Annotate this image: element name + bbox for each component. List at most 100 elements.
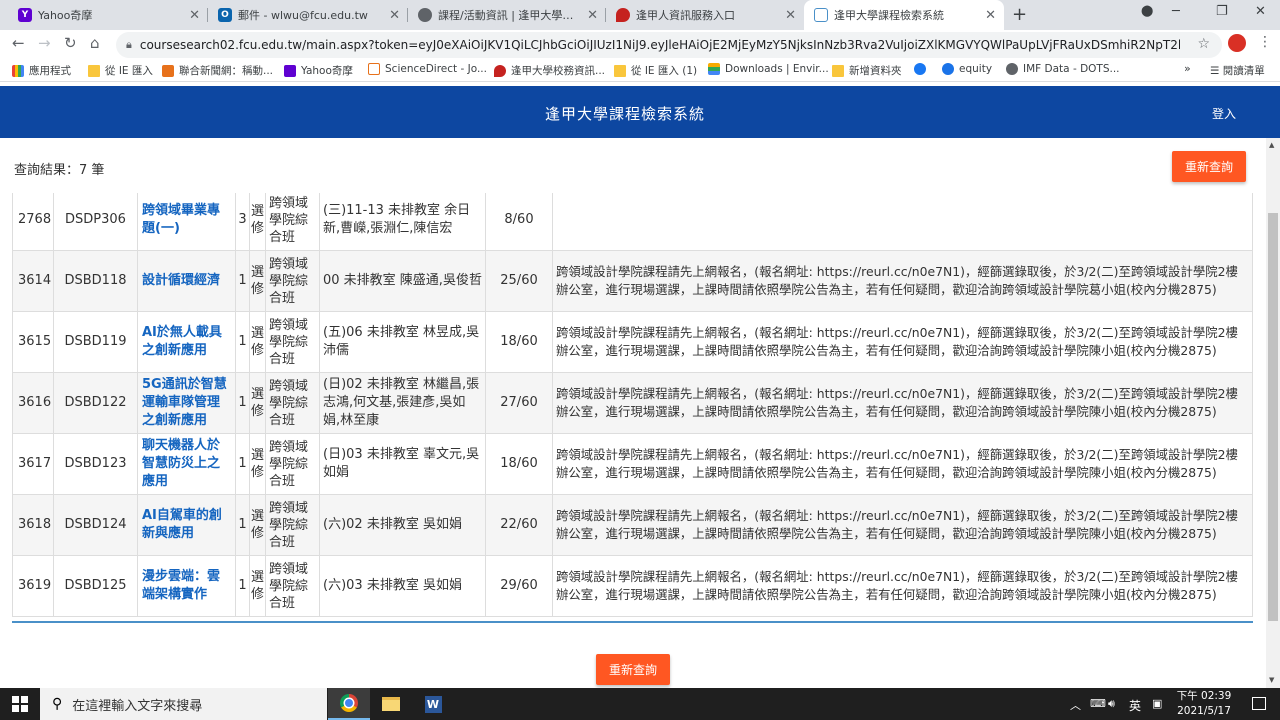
- bookmark-item[interactable]: 從 IE 匯入 (1): [614, 63, 697, 78]
- requery-button[interactable]: 重新查詢: [1172, 151, 1246, 182]
- page-scrollbar[interactable]: ▲ ▼: [1266, 138, 1280, 688]
- table-row: 2768 DSDP306 跨領域畢業專題(一) 3 選修 跨領域學院綜合班 (三)11-13…: [12, 193, 1253, 251]
- bookmark-label: 新增資料夾: [849, 65, 902, 77]
- network-icon[interactable]: ⌨: [1090, 697, 1106, 710]
- close-icon[interactable]: ✕: [785, 8, 796, 23]
- address-bar[interactable]: 🔒︎ coursesearch02.fcu.edu.tw/main.aspx?t…: [116, 32, 1222, 58]
- course-table: 2768 DSDP306 跨領域畢業專題(一) 3 選修 跨領域學院綜合班 (三)11-13…: [12, 193, 1253, 617]
- notification-icon[interactable]: [1252, 697, 1266, 710]
- restore-icon[interactable]: ❐: [1216, 4, 1228, 19]
- course-name-link[interactable]: 聊天機器人於智慧防災上之應用: [137, 433, 236, 495]
- course-id: 3614: [12, 250, 54, 312]
- tab-title: Yahoo奇摩: [38, 9, 93, 22]
- bookmark-label: equity: [959, 63, 993, 75]
- bookmark-item[interactable]: 逢甲大學校務資訊...: [494, 63, 605, 78]
- course-class: 跨領域學院綜合班: [265, 193, 320, 251]
- course-enrollment: 29/60: [485, 555, 553, 617]
- scroll-down-icon[interactable]: ▼: [1269, 676, 1274, 684]
- course-note: 跨領域設計學院課程請先上網報名，(報名網址: https://reurl.cc/…: [552, 555, 1253, 617]
- browser-tab[interactable]: 逢甲人資訊服務入口 ✕: [606, 0, 804, 30]
- browser-tab[interactable]: O 郵件 - wlwu@fcu.edu.tw ✕: [208, 0, 408, 30]
- reload-icon[interactable]: ↻: [64, 34, 77, 52]
- page-content: 逢甲大學課程檢索系統 登入 查詢結果：7 筆 重新查詢 2768 DSDP306 跨…: [0, 86, 1280, 688]
- scrollbar-thumb[interactable]: [1268, 213, 1278, 621]
- course-name-link[interactable]: 設計循環經濟: [137, 250, 236, 312]
- home-icon[interactable]: ⌂: [90, 34, 100, 52]
- lock-icon[interactable]: 🔒︎: [126, 38, 132, 52]
- bookmark-star-icon[interactable]: ☆: [1197, 36, 1210, 52]
- bookmark-item[interactable]: ScienceDirect - Jo...: [368, 63, 487, 75]
- course-name-link[interactable]: AI於無人載具之創新應用: [137, 311, 236, 373]
- bookmark-item[interactable]: 從 IE 匯入: [88, 63, 153, 78]
- tray-expand-icon[interactable]: ︿: [1070, 697, 1081, 713]
- course-type: 選修: [249, 250, 266, 312]
- browser-toolbar: ← → ↻ ⌂ 🔒︎ coursesearch02.fcu.edu.tw/mai…: [0, 30, 1280, 60]
- minimize-icon[interactable]: ─: [1172, 4, 1180, 19]
- course-class: 跨領域學院綜合班: [265, 372, 320, 434]
- course-note: 跨領域設計學院課程請先上網報名，(報名網址: https://reurl.cc/…: [552, 311, 1253, 373]
- course-credits: 1: [235, 311, 250, 373]
- profile-avatar[interactable]: [1228, 34, 1246, 52]
- course-enrollment: 22/60: [485, 494, 553, 556]
- course-name-link[interactable]: 5G通訊於智慧運輸車隊管理之創新應用: [137, 372, 236, 434]
- course-name-link[interactable]: 跨領域畢業專題(一): [137, 193, 236, 251]
- bookmarks-overflow-button[interactable]: »: [1184, 62, 1191, 75]
- course-type: 選修: [249, 555, 266, 617]
- close-icon[interactable]: ✕: [389, 8, 400, 23]
- course-credits: 3: [235, 193, 250, 251]
- volume-icon[interactable]: 🔊︎: [1108, 697, 1115, 711]
- course-enrollment: 18/60: [485, 433, 553, 495]
- chrome-icon: [340, 694, 358, 712]
- taskbar-clock[interactable]: 下午 02:39 2021/5/17: [1172, 689, 1236, 719]
- bookmark-item[interactable]: equity: [942, 63, 992, 75]
- page-icon: [814, 8, 828, 22]
- browser-tab[interactable]: 課程/活動資訊 | 逢甲大學跨領域... ✕: [408, 0, 606, 30]
- course-note: 跨領域設計學院課程請先上網報名，(報名網址: https://reurl.cc/…: [552, 250, 1253, 312]
- windows-start-icon[interactable]: [12, 696, 28, 712]
- window-close-icon[interactable]: ✕: [1255, 4, 1266, 19]
- taskbar-word[interactable]: W: [412, 688, 454, 720]
- ime-indicator[interactable]: 英: [1129, 697, 1141, 714]
- reading-list-button[interactable]: ☰ 閱讀清單: [1210, 63, 1265, 78]
- bookmark-item[interactable]: 應用程式: [12, 63, 71, 78]
- forward-icon[interactable]: →: [38, 34, 51, 52]
- course-id: 3619: [12, 555, 54, 617]
- tab-search-icon[interactable]: ⬤: [1141, 4, 1153, 17]
- bookmark-item[interactable]: 聯合新聞網：稱動...: [162, 63, 273, 78]
- url-text[interactable]: coursesearch02.fcu.edu.tw/main.aspx?toke…: [140, 38, 1180, 52]
- browser-tab-active[interactable]: 逢甲大學課程檢索系統 ✕: [804, 0, 1004, 30]
- course-credits: 1: [235, 433, 250, 495]
- close-icon[interactable]: ✕: [189, 8, 200, 23]
- bookmark-item[interactable]: Yahoo奇摩: [284, 63, 353, 78]
- login-link[interactable]: 登入: [1212, 105, 1236, 122]
- more-menu-icon[interactable]: ⋮: [1258, 34, 1272, 50]
- browser-tab[interactable]: Y Yahoo奇摩 ✕: [8, 0, 208, 30]
- requery-button-bottom[interactable]: 重新查詢: [596, 654, 670, 685]
- bookmark-item[interactable]: IMF Data - DOTS...: [1006, 63, 1120, 75]
- course-table-container[interactable]: 2768 DSDP306 跨領域畢業專題(一) 3 選修 跨領域學院綜合班 (三)11-13…: [12, 193, 1253, 623]
- course-name-link[interactable]: 漫步雲端：雲端架構實作: [137, 555, 236, 617]
- new-tab-icon[interactable]: +: [1012, 4, 1027, 25]
- bookmark-label: 應用程式: [29, 65, 71, 77]
- browser-tab-strip: Y Yahoo奇摩 ✕ O 郵件 - wlwu@fcu.edu.tw ✕ 課程/…: [0, 0, 1280, 30]
- equity-icon: [942, 63, 954, 75]
- course-enrollment: 8/60: [485, 193, 553, 251]
- search-placeholder: 在這裡輸入文字來搜尋: [72, 698, 203, 714]
- bookmark-item[interactable]: [914, 63, 931, 75]
- taskbar-search[interactable]: ⚲ 在這裡輸入文字來搜尋: [40, 688, 327, 720]
- site-title: 逢甲大學課程檢索系統: [544, 105, 705, 123]
- yahoo-icon: [284, 64, 296, 77]
- bookmark-label: 從 IE 匯入 (1): [631, 65, 698, 77]
- scroll-up-icon[interactable]: ▲: [1269, 141, 1274, 149]
- close-icon[interactable]: ✕: [587, 8, 598, 23]
- bookmark-item[interactable]: 新增資料夾: [832, 63, 902, 78]
- back-icon[interactable]: ←: [12, 34, 25, 52]
- course-id: 3617: [12, 433, 54, 495]
- taskbar-chrome[interactable]: [328, 688, 370, 720]
- close-icon[interactable]: ✕: [985, 8, 996, 23]
- taskbar-explorer[interactable]: [370, 688, 412, 720]
- course-class: 跨領域學院綜合班: [265, 494, 320, 556]
- course-name-link[interactable]: AI自駕車的創新與應用: [137, 494, 236, 556]
- bookmark-item[interactable]: Downloads | Envir...: [708, 63, 829, 75]
- ime-mode-icon[interactable]: ▣: [1152, 697, 1162, 710]
